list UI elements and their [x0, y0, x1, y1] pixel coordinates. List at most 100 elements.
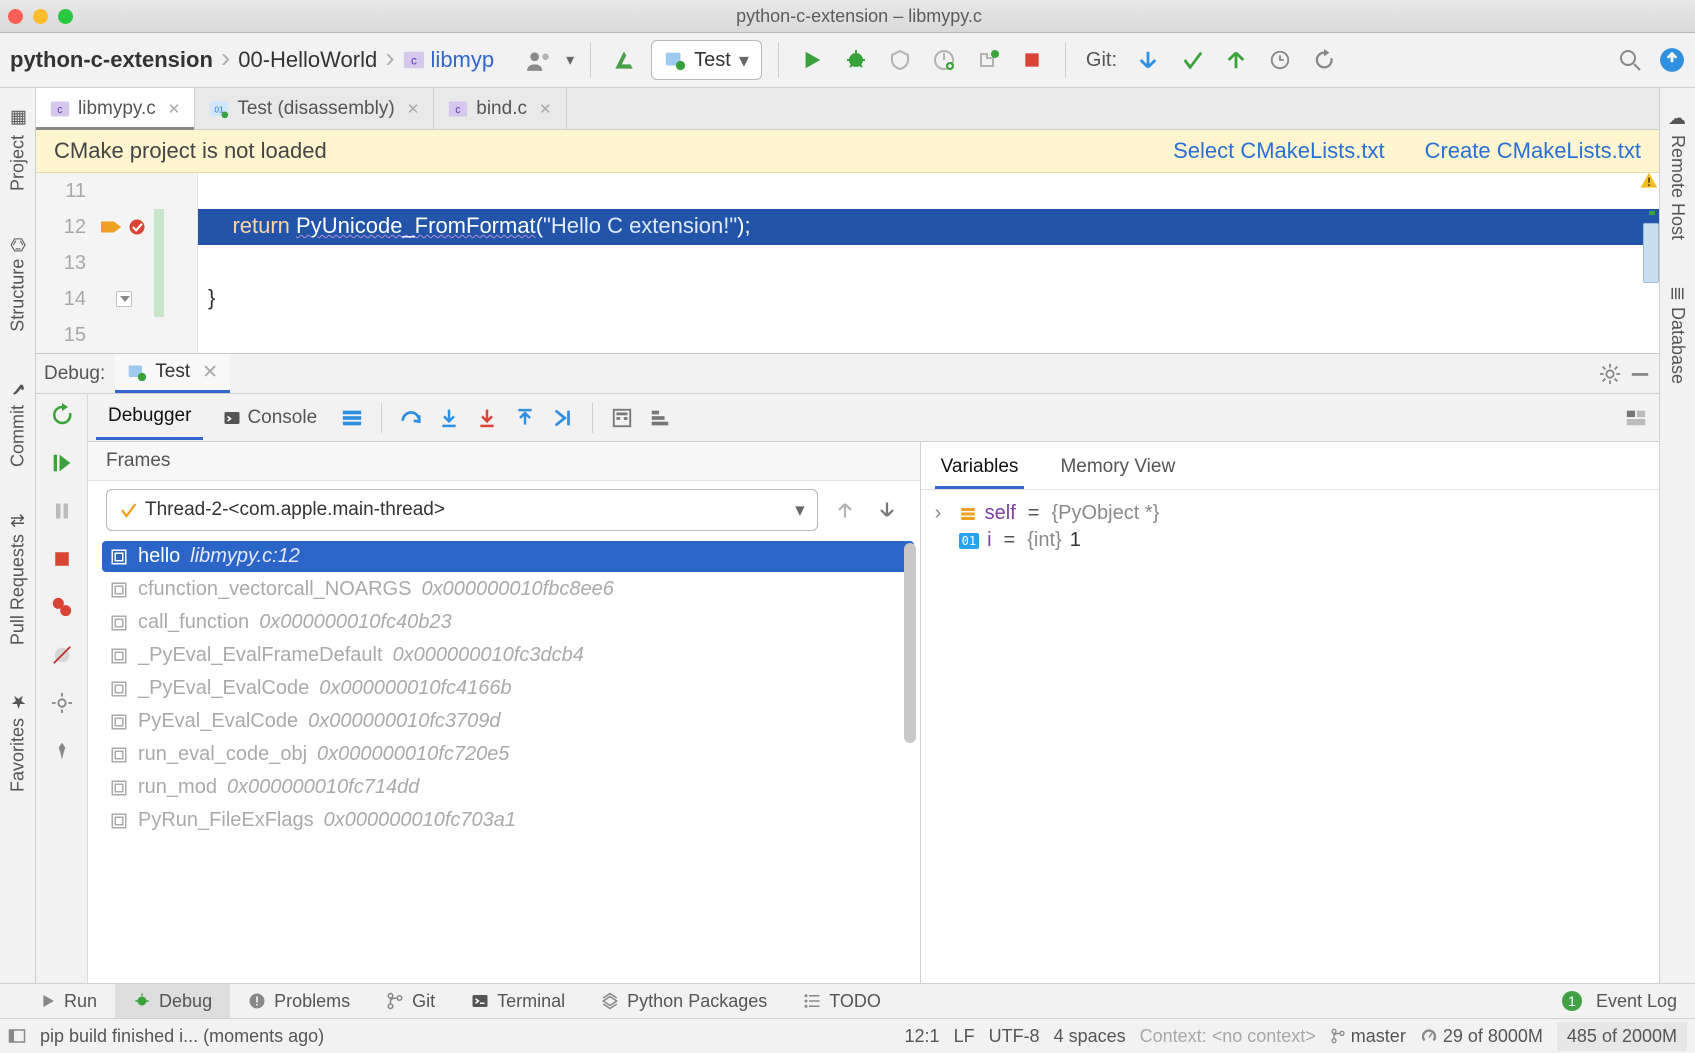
sidebar-pullrequests-tab[interactable]: Pull Requests ⇅ [7, 505, 29, 653]
evaluate-expression-button[interactable] [607, 403, 637, 433]
zoom-window-button[interactable] [58, 9, 73, 24]
prev-frame-button[interactable] [830, 495, 860, 525]
rerun-button[interactable] [47, 400, 77, 430]
sidebar-commit-tab[interactable]: Commit ✔ [7, 370, 29, 475]
step-into-button[interactable] [434, 403, 464, 433]
code-area[interactable]: return PyUnicode_FromFormat("Hello C ext… [198, 173, 1659, 353]
resume-button[interactable] [47, 448, 77, 478]
git-commit-button[interactable] [1175, 43, 1209, 77]
layout-settings-button[interactable] [1621, 403, 1651, 433]
close-icon[interactable]: ✕ [202, 361, 218, 384]
stack-frame[interactable]: call_function 0x000000010fc40b23 [102, 607, 914, 638]
next-frame-button[interactable] [872, 495, 902, 525]
run-tool-tab[interactable]: Run [0, 984, 115, 1018]
profile-button[interactable] [927, 43, 961, 77]
close-window-button[interactable] [8, 9, 23, 24]
variables-list[interactable]: › self={PyObject *}01 i={int} 1 [921, 490, 1659, 564]
problems-tool-tab[interactable]: Problems [230, 984, 368, 1018]
sidebar-structure-tab[interactable]: Structure ⌬ [7, 229, 29, 340]
minimize-window-button[interactable] [33, 9, 48, 24]
context-widget[interactable]: Context: <no context> [1140, 1026, 1316, 1047]
ide-updates-button[interactable] [1655, 43, 1689, 77]
caret-position[interactable]: 12:1 [905, 1026, 940, 1047]
debug-session-tab[interactable]: Test ✕ [115, 354, 230, 393]
valgrind-button[interactable] [971, 43, 1005, 77]
variable-row[interactable]: › self={PyObject *} [935, 500, 1645, 527]
breadcrumb-folder[interactable]: 00-HelloWorld [234, 45, 381, 75]
close-icon[interactable]: ✕ [168, 100, 181, 118]
frames-list[interactable]: hello libmypy.c:12cfunction_vectorcall_N… [88, 539, 920, 846]
run-configuration-select[interactable]: Test ▾ [651, 40, 762, 80]
line-separator[interactable]: LF [954, 1026, 975, 1047]
git-push-button[interactable] [1219, 43, 1253, 77]
scrollbar-thumb[interactable] [904, 543, 916, 743]
stack-frame[interactable]: cfunction_vectorcall_NOARGS 0x000000010f… [102, 574, 914, 605]
hide-panel-button[interactable] [1625, 359, 1655, 389]
banner-create-link[interactable]: Create CMakeLists.txt [1425, 138, 1641, 164]
editor-tab-test-disasm[interactable]: 01 Test (disassembly) ✕ [195, 88, 434, 129]
mute-breakpoints-button[interactable] [47, 640, 77, 670]
git-update-button[interactable] [1131, 43, 1165, 77]
code-with-me-button[interactable] [522, 43, 556, 77]
memory-indicator[interactable]: 485 of 2000M [1557, 1022, 1687, 1051]
memory-widget[interactable]: 29 of 8000M [1420, 1026, 1543, 1047]
build-button[interactable] [607, 43, 641, 77]
view-breakpoints-button[interactable] [47, 592, 77, 622]
editor-tab-bind[interactable]: c bind.c ✕ [434, 88, 566, 129]
step-over-button[interactable] [396, 403, 426, 433]
stack-frame[interactable]: run_mod 0x000000010fc714dd [102, 772, 914, 803]
stack-frame[interactable]: PyRun_FileExFlags 0x000000010fc703a1 [102, 805, 914, 836]
terminal-tool-tab[interactable]: Terminal [453, 984, 583, 1018]
run-button[interactable] [795, 43, 829, 77]
banner-select-link[interactable]: Select CMakeLists.txt [1173, 138, 1385, 164]
sidebar-remotehost-tab[interactable]: ☁ Remote Host [1667, 100, 1689, 248]
force-step-into-button[interactable] [472, 403, 502, 433]
stack-frame[interactable]: _PyEval_EvalCode 0x000000010fc4166b [102, 673, 914, 704]
file-encoding[interactable]: UTF-8 [989, 1026, 1040, 1047]
console-tab[interactable]: Console [211, 397, 329, 439]
debug-button[interactable] [839, 43, 873, 77]
sidebar-favorites-tab[interactable]: Favorites ★ [7, 683, 29, 800]
debug-tool-tab[interactable]: Debug [115, 984, 230, 1018]
close-icon[interactable]: ✕ [539, 100, 552, 118]
stack-frame[interactable]: PyEval_EvalCode 0x000000010fc3709d [102, 706, 914, 737]
pause-button[interactable] [47, 496, 77, 526]
git-rollback-button[interactable] [1307, 43, 1341, 77]
stack-frame[interactable]: hello libmypy.c:12 [102, 541, 914, 572]
disclosure-icon[interactable]: › [935, 502, 951, 525]
git-tool-tab[interactable]: Git [368, 984, 453, 1018]
breadcrumb-project[interactable]: python-c-extension [6, 45, 217, 75]
run-to-cursor-button[interactable] [548, 403, 578, 433]
python-packages-tab[interactable]: Python Packages [583, 984, 785, 1018]
stack-frame[interactable]: run_eval_code_obj 0x000000010fc720e5 [102, 739, 914, 770]
git-branch-widget[interactable]: master [1330, 1026, 1406, 1047]
fold-handle-icon[interactable] [116, 291, 132, 307]
sidebar-database-tab[interactable]: ≣ Database [1667, 278, 1689, 392]
settings-button[interactable] [1595, 359, 1625, 389]
pin-button[interactable] [47, 736, 77, 766]
variable-row[interactable]: 01 i={int} 1 [935, 527, 1645, 554]
thread-view-button[interactable] [337, 403, 367, 433]
close-icon[interactable]: ✕ [407, 100, 420, 118]
indent-setting[interactable]: 4 spaces [1054, 1026, 1126, 1047]
editor-tab-libmypy[interactable]: c libmypy.c ✕ [36, 88, 195, 129]
stop-button[interactable] [47, 544, 77, 574]
warning-icon[interactable] [1639, 171, 1659, 191]
step-out-button[interactable] [510, 403, 540, 433]
debugger-settings-button[interactable] [47, 688, 77, 718]
breakpoint-verified-icon[interactable] [127, 217, 147, 237]
tool-windows-toggle[interactable] [8, 1027, 26, 1045]
search-everywhere-button[interactable] [1613, 43, 1647, 77]
breadcrumb-file[interactable]: c libmyp [399, 45, 499, 75]
memory-view-tab[interactable]: Memory View [1054, 448, 1181, 489]
coverage-button[interactable] [883, 43, 917, 77]
thread-select[interactable]: Thread-2-<com.apple.main-thread> ▾ [106, 489, 818, 531]
sidebar-project-tab[interactable]: Project ▦ [7, 100, 29, 199]
event-log-tab[interactable]: 1 Event Log [1544, 984, 1695, 1018]
todo-tool-tab[interactable]: TODO [785, 984, 899, 1018]
stack-frame[interactable]: _PyEval_EvalFrameDefault 0x000000010fc3d… [102, 640, 914, 671]
variables-tab[interactable]: Variables [935, 448, 1025, 489]
stop-button[interactable] [1015, 43, 1049, 77]
trace-button[interactable] [645, 403, 675, 433]
debugger-tab[interactable]: Debugger [96, 395, 203, 440]
